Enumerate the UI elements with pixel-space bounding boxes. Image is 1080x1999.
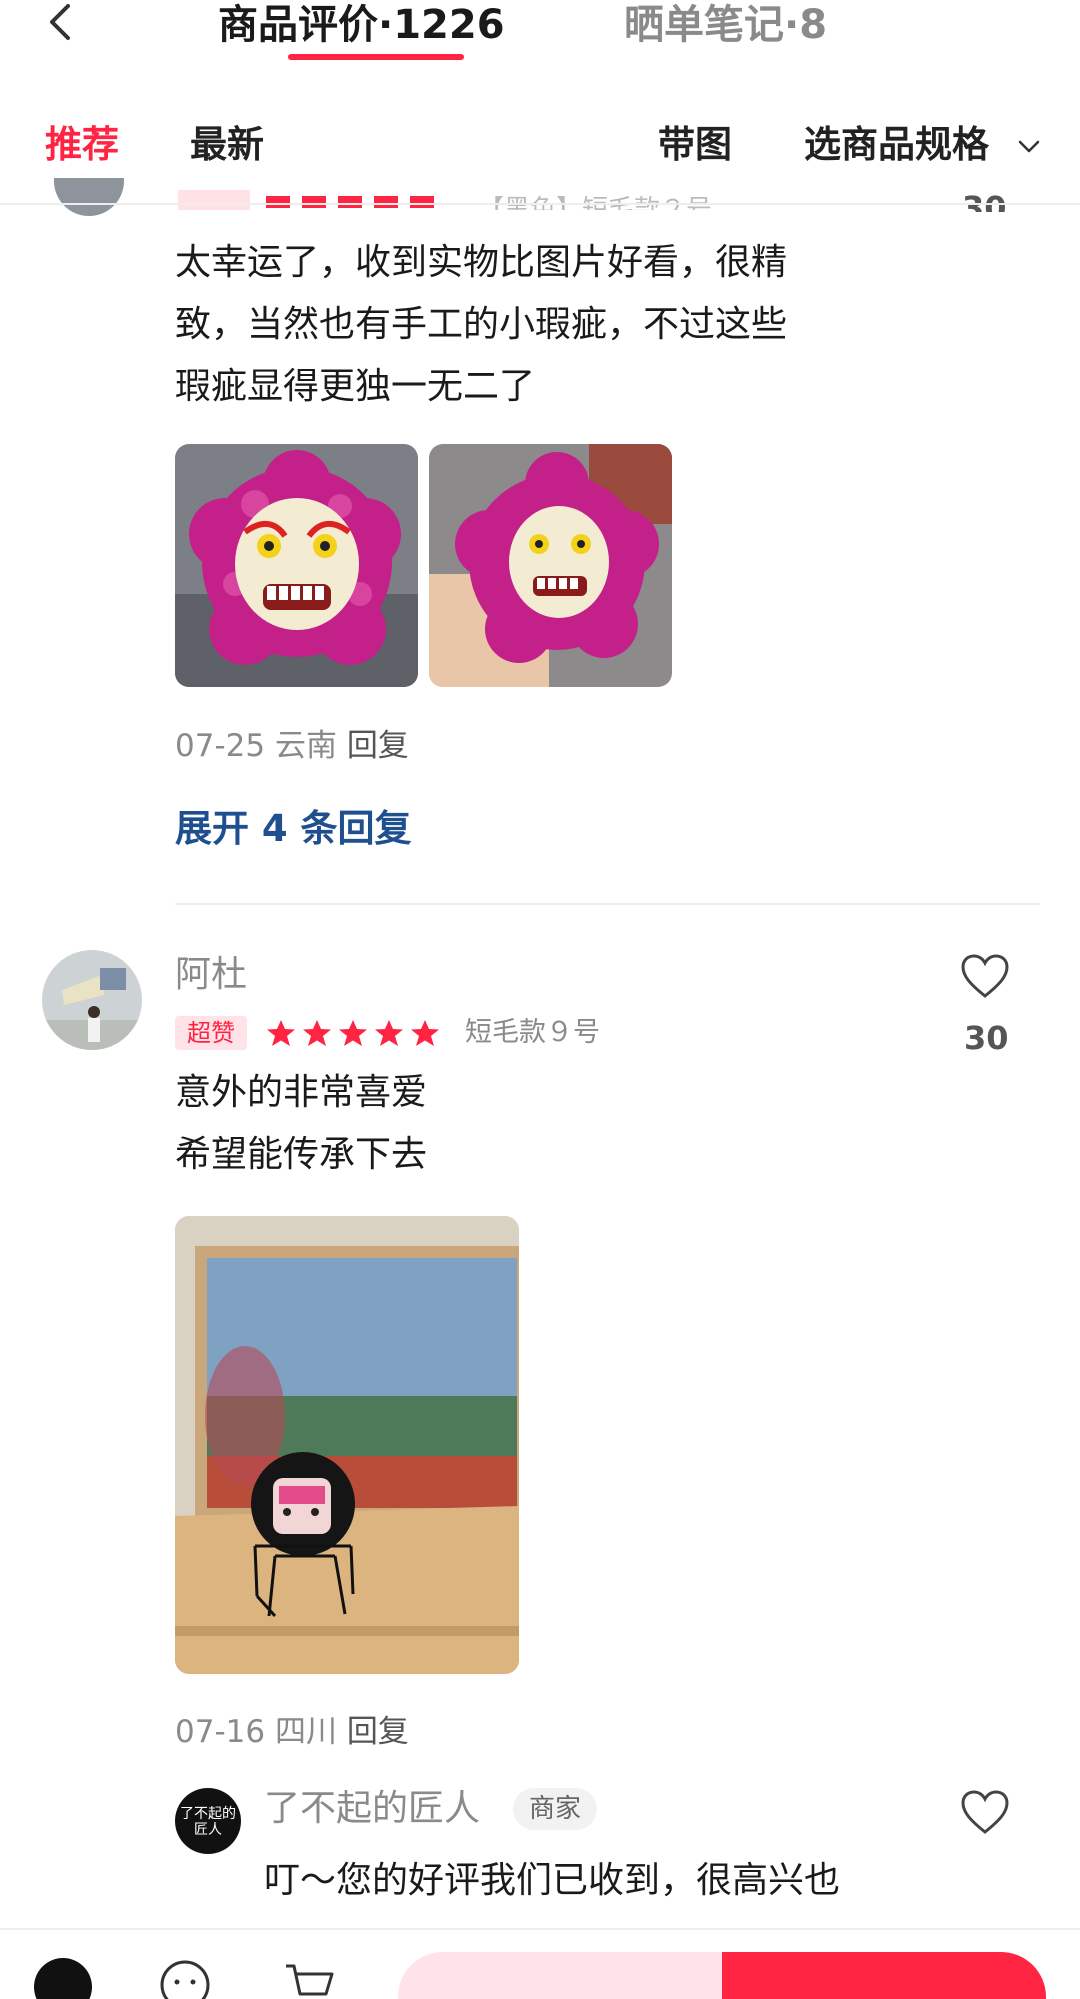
review-region: 四川 <box>274 1714 337 1750</box>
top-bar: 商品评价·1226 晒单笔记·8 <box>0 0 1080 70</box>
bottom-action-bar <box>0 1928 1080 1999</box>
merchant-name[interactable]: 了不起的匠人 <box>264 1786 480 1832</box>
buy-now-button[interactable] <box>722 1952 1046 1999</box>
back-icon[interactable] <box>42 4 82 44</box>
divider <box>0 203 1080 205</box>
reply-button[interactable]: 回复 <box>347 728 409 764</box>
expand-replies-link[interactable]: 展开 4 条回复 <box>175 804 412 854</box>
add-to-cart-button[interactable] <box>398 1952 722 1999</box>
tab-notes-count: ·8 <box>784 2 828 48</box>
review-text: 太幸运了，收到实物比图片好看，很精 致，当然也有手工的小瑕疵，不过这些 瑕疵显得… <box>175 232 875 418</box>
star-icon <box>267 1020 295 1046</box>
like-count: 30 <box>962 189 1007 212</box>
heart-icon[interactable] <box>960 954 1010 1000</box>
tab-notes-label: 晒单笔记 <box>624 2 784 48</box>
chevron-down-icon[interactable] <box>1016 134 1042 160</box>
star-icon <box>411 1020 439 1046</box>
tab-notes[interactable]: 晒单笔记·8 <box>624 0 827 50</box>
active-tab-indicator <box>288 54 464 60</box>
review-text-line: 太幸运了，收到实物比图片好看，很精 <box>175 242 788 283</box>
star-icon <box>375 1020 403 1046</box>
star-icon <box>339 1020 367 1046</box>
review-text: 意外的非常喜爱 希望能传承下去 <box>175 1062 875 1186</box>
merchant-avatar[interactable]: 了不起的匠人 <box>175 1788 241 1854</box>
reply-button[interactable]: 回复 <box>347 1714 409 1750</box>
review-text-line: 希望能传承下去 <box>175 1134 428 1175</box>
heart-icon[interactable] <box>960 1790 1010 1836</box>
review-region: 云南 <box>274 728 337 764</box>
rating-badge: 超赞 <box>175 1016 247 1050</box>
review-photo[interactable] <box>175 444 418 687</box>
spec-label: 短毛款９号 <box>465 1017 600 1048</box>
review-text-line: 意外的非常喜爱 <box>175 1072 428 1113</box>
review-text-line: 致，当然也有手工的小瑕疵，不过这些 <box>175 304 788 345</box>
review-photo[interactable] <box>175 1216 519 1674</box>
filter-recommended[interactable]: 推荐 <box>45 120 119 170</box>
avatar[interactable] <box>42 950 142 1050</box>
review-photo[interactable] <box>429 444 672 687</box>
cart-icon[interactable] <box>282 1960 336 1999</box>
merchant-tag: 商家 <box>513 1788 598 1830</box>
filter-bar: 推荐 最新 带图 选商品规格 <box>0 110 1080 180</box>
rating-stars <box>267 1020 439 1046</box>
tab-reviews-count: ·1226 <box>378 2 505 48</box>
tab-reviews-label: 商品评价 <box>218 2 378 48</box>
spec-label: 【黑色】短毛款２号 <box>478 195 713 210</box>
username[interactable]: 阿杜 <box>175 952 247 998</box>
merchant-reply-line: 叮～您的好评我们已收到，很高兴也 <box>264 1860 841 1901</box>
rating-badge <box>178 190 250 210</box>
tab-reviews[interactable]: 商品评价·1226 <box>218 0 505 50</box>
shop-icon[interactable] <box>34 1958 92 1999</box>
like-count: 30 <box>964 1019 1009 1057</box>
review-text-line: 瑕疵显得更独一无二了 <box>175 366 536 407</box>
rating-stars <box>266 196 434 208</box>
review-meta: 07-25 云南 回复 <box>175 726 409 766</box>
filter-choose-spec[interactable]: 选商品规格 <box>804 120 989 170</box>
filter-latest[interactable]: 最新 <box>190 120 264 170</box>
customer-service-icon[interactable] <box>158 1958 212 1999</box>
avatar[interactable] <box>54 178 124 216</box>
divider <box>175 903 1040 905</box>
filter-with-images[interactable]: 带图 <box>658 120 732 170</box>
review-date: 07-16 <box>175 1714 266 1750</box>
star-icon <box>303 1020 331 1046</box>
review-meta: 07-16 四川 回复 <box>175 1712 409 1752</box>
review-date: 07-25 <box>175 728 266 764</box>
